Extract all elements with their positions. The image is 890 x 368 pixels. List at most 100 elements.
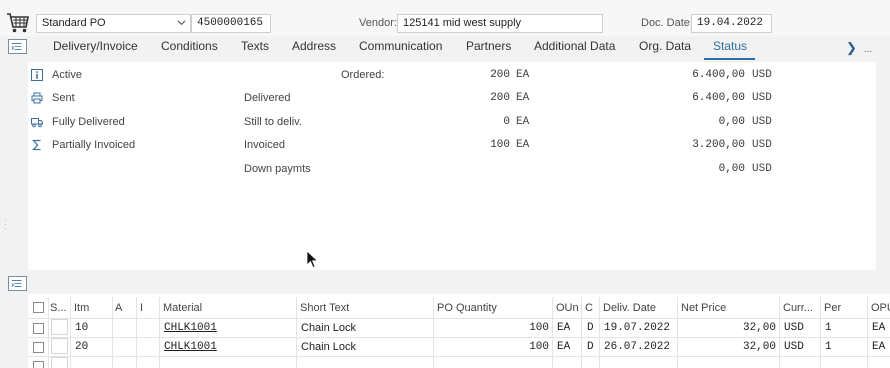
row-item-number[interactable]: 20	[75, 341, 88, 353]
row-net-price[interactable]: 32,00	[690, 341, 776, 353]
doc-type-value: Standard PO	[42, 17, 106, 29]
chevron-down-icon[interactable]	[177, 18, 186, 27]
still-to-deliver-qty-unit: EA	[516, 116, 530, 128]
table-row[interactable]	[28, 356, 890, 368]
row-currency[interactable]: USD	[784, 341, 804, 353]
delivered-amount: 6.400,00	[692, 92, 745, 104]
row-order-unit[interactable]: EA	[557, 341, 570, 353]
row-status-cell[interactable]	[51, 338, 68, 354]
ordered-label: Ordered:	[341, 69, 385, 81]
row-currency[interactable]: USD	[784, 322, 804, 334]
tab-status[interactable]: Status	[713, 39, 747, 53]
still-to-deliver-currency: USD	[752, 116, 772, 128]
row-short-text[interactable]: Chain Lock	[301, 341, 356, 353]
col-order-price-unit[interactable]: OPU	[871, 302, 890, 314]
delivered-qty: 200	[490, 92, 510, 104]
mouse-cursor-icon	[306, 250, 319, 269]
row-net-price[interactable]: 32,00	[690, 322, 776, 334]
row-po-quantity[interactable]: 100	[470, 322, 549, 334]
tab-delivery-invoice[interactable]: Delivery/Invoice	[53, 39, 138, 53]
ordered-qty: 200	[490, 69, 510, 81]
col-material[interactable]: Material	[163, 302, 202, 314]
printer-icon	[31, 92, 43, 104]
more-tabs-button[interactable]: ...	[864, 44, 872, 55]
invoiced-currency: USD	[752, 139, 772, 151]
row-select-checkbox[interactable]	[33, 323, 44, 334]
row-po-quantity[interactable]: 100	[470, 341, 549, 353]
row-select-checkbox[interactable]	[33, 342, 44, 353]
tab-conditions[interactable]: Conditions	[161, 39, 218, 53]
tab-scroll-right-icon[interactable]: ❯	[846, 40, 857, 56]
po-status-screen: Standard PO 4500000165 Vendor: 125141 mi…	[0, 0, 890, 368]
tab-strip: Delivery/Invoice Conditions Texts Addres…	[0, 37, 890, 61]
vendor-label: Vendor:	[359, 17, 397, 29]
col-po-quantity[interactable]: PO Quantity	[437, 302, 497, 314]
doc-date-label: Doc. Date:	[641, 17, 693, 29]
status-sent: Sent	[52, 92, 75, 104]
down-payments-currency: USD	[752, 163, 772, 175]
col-account-assignment[interactable]: A	[115, 302, 122, 314]
po-number-field[interactable]: 4500000165	[191, 14, 271, 33]
col-item[interactable]: Itm	[74, 302, 89, 314]
still-to-deliver-amount: 0,00	[718, 116, 745, 128]
col-short-text[interactable]: Short Text	[300, 302, 349, 314]
status-active: Active	[52, 69, 82, 81]
row-material-link[interactable]: CHLK1001	[164, 341, 217, 353]
row-date-category[interactable]: D	[587, 322, 594, 334]
row-item-number[interactable]: 10	[75, 322, 88, 334]
layout-toggle-icon	[11, 280, 22, 287]
col-currency[interactable]: Curr...	[783, 302, 813, 314]
invoiced-amount: 3.200,00	[692, 139, 745, 151]
doc-type-select[interactable]: Standard PO	[36, 14, 191, 33]
delivered-label: Delivered	[244, 92, 291, 104]
row-select-checkbox[interactable]	[33, 361, 44, 368]
down-payments-label: Down paymts	[244, 163, 311, 175]
col-date-category[interactable]: C	[585, 302, 593, 314]
down-payments-amount: 0,00	[718, 163, 745, 175]
tab-partners[interactable]: Partners	[466, 39, 511, 53]
invoiced-qty: 100	[490, 139, 510, 151]
sigma-icon	[32, 139, 41, 151]
delivered-currency: USD	[752, 92, 772, 104]
tab-additional-data[interactable]: Additional Data	[534, 39, 615, 53]
row-status-cell[interactable]	[51, 357, 68, 368]
ordered-amount: 6.400,00	[692, 69, 745, 81]
row-per[interactable]: 1	[825, 341, 832, 353]
row-delivery-date[interactable]: 19.07.2022	[604, 322, 670, 334]
row-order-price-unit[interactable]: EA	[872, 341, 885, 353]
shopping-cart-icon	[7, 13, 29, 33]
row-date-category[interactable]: D	[587, 341, 594, 353]
row-order-price-unit[interactable]: EA	[872, 322, 885, 334]
row-material-link[interactable]: CHLK1001	[164, 322, 217, 334]
po-header: Standard PO 4500000165 Vendor: 125141 mi…	[0, 0, 890, 36]
row-status-cell[interactable]	[51, 319, 68, 335]
col-net-price[interactable]: Net Price	[681, 302, 726, 314]
col-item-category[interactable]: I	[140, 302, 143, 314]
doc-date-field[interactable]: 19.04.2022	[691, 14, 772, 33]
vendor-field[interactable]: 125141 mid west supply	[397, 14, 603, 33]
row-short-text[interactable]: Chain Lock	[301, 322, 356, 334]
splitter-handle[interactable]: · · ·	[4, 217, 7, 233]
delivered-qty-unit: EA	[516, 92, 530, 104]
invoiced-qty-unit: EA	[516, 139, 530, 151]
still-to-deliver-label: Still to deliv.	[244, 116, 302, 128]
col-delivery-date[interactable]: Deliv. Date	[603, 302, 656, 314]
ordered-qty-unit: EA	[516, 69, 530, 81]
tab-org-data[interactable]: Org. Data	[639, 39, 691, 53]
expand-items-button[interactable]	[8, 276, 27, 291]
row-order-unit[interactable]: EA	[557, 322, 570, 334]
tab-communication[interactable]: Communication	[359, 39, 442, 53]
truck-icon	[31, 118, 43, 128]
col-per[interactable]: Per	[824, 302, 841, 314]
row-per[interactable]: 1	[825, 322, 832, 334]
tab-address[interactable]: Address	[292, 39, 336, 53]
items-table-header: S... Itm A I Material Short Text PO Quan…	[28, 297, 890, 317]
tab-texts[interactable]: Texts	[241, 39, 269, 53]
still-to-deliver-qty: 0	[503, 116, 510, 128]
col-order-unit[interactable]: OUn	[556, 302, 579, 314]
col-status[interactable]: S...	[50, 302, 67, 314]
active-tab-indicator	[704, 58, 755, 60]
row-delivery-date[interactable]: 26.07.2022	[604, 341, 670, 353]
info-icon	[31, 69, 43, 81]
status-partially-invoiced: Partially Invoiced	[52, 139, 136, 151]
